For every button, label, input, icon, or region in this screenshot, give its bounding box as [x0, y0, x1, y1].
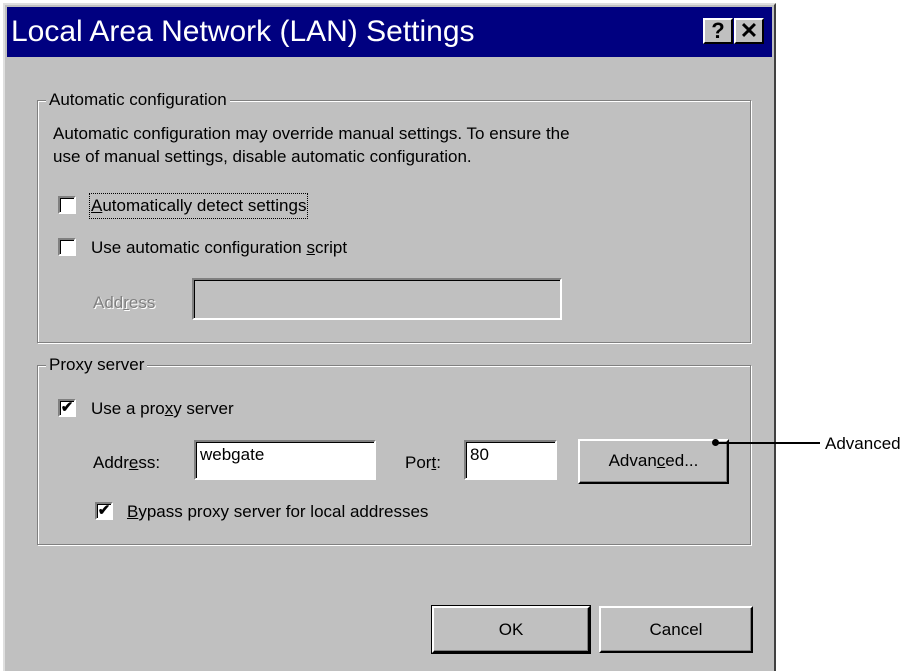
automatic-configuration-description-line1: Automatic configuration may override man… — [53, 124, 570, 143]
cancel-button[interactable]: Cancel — [599, 606, 753, 653]
script-address-label: Address — [93, 293, 156, 312]
proxy-port-label: Port: — [405, 453, 441, 472]
close-icon: ✕ — [739, 18, 759, 43]
advanced-button[interactable]: Advanced... — [578, 439, 729, 484]
use-config-script-checkbox[interactable] — [58, 238, 76, 256]
callout-label: Advanced — [825, 434, 901, 453]
title-bar[interactable]: Local Area Network (LAN) Settings ? ✕ — [7, 7, 772, 57]
checkmark-icon: ✔ — [97, 502, 111, 519]
automatic-configuration-legend: Automatic configuration — [46, 90, 230, 110]
proxy-address-input[interactable]: webgate — [194, 440, 376, 480]
auto-detect-label[interactable]: Automatically detect settings — [88, 193, 309, 219]
proxy-port-input[interactable]: 80 — [464, 440, 557, 480]
proxy-address-label: Address: — [93, 453, 161, 472]
help-button[interactable]: ? — [703, 18, 733, 44]
callout-line — [715, 442, 820, 444]
lan-settings-dialog: Local Area Network (LAN) Settings ? ✕ Au… — [3, 3, 776, 671]
ok-button[interactable]: OK — [431, 605, 591, 654]
checkmark-icon: ✔ — [60, 399, 74, 416]
automatic-configuration-description-line2: use of manual settings, disable automati… — [53, 147, 472, 166]
script-address-input — [192, 278, 562, 320]
bypass-local-label[interactable]: Bypass proxy server for local addresses — [127, 501, 428, 523]
help-icon: ? — [711, 18, 725, 43]
use-proxy-label[interactable]: Use a proxy server — [91, 398, 234, 420]
use-proxy-checkbox[interactable]: ✔ — [58, 399, 76, 417]
window-title: Local Area Network (LAN) Settings — [11, 15, 475, 48]
auto-detect-checkbox[interactable] — [58, 196, 76, 214]
bypass-local-checkbox[interactable]: ✔ — [95, 502, 113, 520]
close-button[interactable]: ✕ — [734, 18, 764, 44]
proxy-server-legend: Proxy server — [46, 355, 148, 375]
use-config-script-label[interactable]: Use automatic configuration script — [91, 237, 347, 259]
